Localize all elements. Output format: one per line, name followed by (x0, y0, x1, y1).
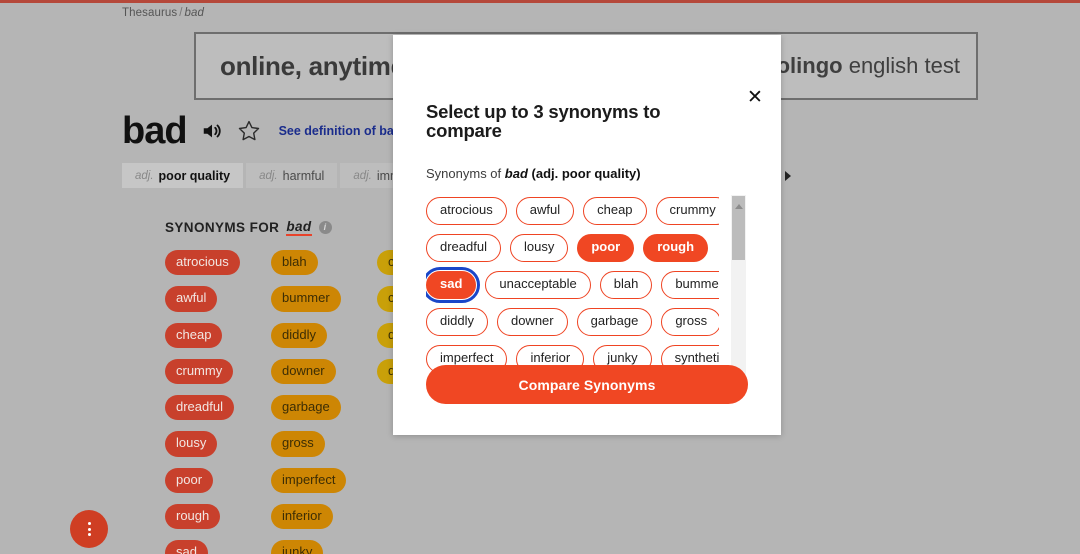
synonym-chip[interactable]: sad (165, 540, 208, 554)
tab-label-1: harmful (282, 168, 325, 183)
tab-poor-quality[interactable]: adj. poor quality (122, 163, 244, 188)
synonym-chip[interactable]: junky (271, 540, 324, 554)
modal-synonym-chip[interactable]: bummer (661, 270, 719, 299)
speaker-icon[interactable] (201, 120, 223, 142)
synonym-chip[interactable]: gross (271, 431, 325, 457)
modal-synonym-chip[interactable]: diddly (426, 307, 488, 336)
breadcrumb-separator: / (179, 7, 183, 19)
synonym-chip[interactable]: cheap (165, 322, 223, 348)
synonym-chip[interactable]: awful (165, 286, 218, 312)
synonym-chip[interactable]: dreadful (165, 395, 234, 421)
modal-subtitle: Synonyms of bad (adj. poor quality) (426, 166, 641, 181)
tab-pos-1: adj. (259, 169, 278, 182)
synonyms-heading: SYNONYMS FOR bad i (165, 219, 332, 236)
triangle-up-icon[interactable] (731, 199, 746, 213)
synonym-chip[interactable]: lousy (165, 431, 218, 457)
close-icon[interactable]: ✕ (745, 87, 765, 107)
synonym-chip[interactable]: inferior (271, 504, 333, 530)
modal-subtitle-sense: (adj. poor quality) (531, 166, 641, 181)
page-title: bad (122, 110, 188, 152)
star-outline-icon[interactable] (237, 119, 261, 143)
breadcrumb: Thesaurus / bad (122, 7, 204, 19)
synonym-chip[interactable]: atrocious (165, 250, 240, 276)
chip-row: sad unacceptable blah bummer (426, 266, 719, 303)
modal-scrollbar[interactable] (731, 195, 746, 391)
modal-synonym-chip[interactable]: awful (515, 197, 575, 225)
tab-harmful[interactable]: adj. harmful (246, 163, 338, 188)
modal-title: Select up to 3 synonyms to compare (426, 101, 661, 141)
tab-label-0: poor quality (158, 168, 231, 183)
synonym-chip[interactable]: blah (271, 250, 318, 276)
synonym-chip[interactable]: diddly (271, 322, 327, 348)
modal-synonym-chip[interactable]: garbage (576, 307, 653, 336)
fab-dot-3 (87, 533, 91, 536)
synonym-chip-list: atrocious awful cheap crummy dreadful lousy po… (426, 197, 719, 389)
fab-dot-2 (87, 527, 91, 531)
modal-synonym-chip[interactable]: poor (577, 233, 635, 262)
breadcrumb-current: bad (184, 7, 205, 19)
modal-synonym-chip[interactable]: crummy (655, 197, 719, 225)
chevron-right-icon[interactable] (779, 163, 797, 188)
modal-synonym-chip[interactable]: lousy (509, 233, 569, 262)
ad-tagline: english test (848, 53, 960, 78)
synonym-chip[interactable]: imperfect (271, 467, 347, 494)
synonym-chip[interactable]: downer (271, 358, 336, 385)
compare-synonyms-modal: ✕ Select up to 3 synonyms to compare Syn… (393, 35, 781, 435)
modal-synonym-chip[interactable]: rough (643, 233, 709, 262)
modal-synonym-chip[interactable]: unacceptable (485, 270, 591, 299)
synonym-chip[interactable]: crummy (165, 358, 234, 385)
synonym-chip[interactable]: garbage (271, 395, 341, 421)
top-accent-rule (0, 0, 1080, 3)
tab-pos-2: adj. (353, 169, 372, 182)
modal-synonym-chip[interactable]: sad (426, 266, 481, 303)
modal-synonym-chip[interactable]: dreadful (426, 233, 501, 262)
modal-synonym-chip[interactable]: atrocious (426, 197, 507, 225)
fab-dot-1 (87, 522, 91, 525)
synonym-column-0: atrocious awful cheap crummy dreadful lousy po… (165, 250, 271, 554)
synonym-column-1: blah bummer diddly downer garbage gross imperf… (271, 250, 377, 554)
word-header: bad See definition of bad o (122, 112, 413, 150)
modal-synonym-chip[interactable]: cheap (583, 197, 647, 225)
synonym-chip[interactable]: poor (165, 467, 214, 494)
synonym-chip[interactable]: bummer (271, 286, 341, 312)
info-icon[interactable]: i (318, 221, 332, 234)
chip-row: diddly downer garbage gross (426, 307, 719, 336)
breadcrumb-root-link[interactable]: Thesaurus (122, 7, 177, 19)
modal-synonym-chip[interactable]: blah (599, 270, 653, 299)
pos-tab-list: adj. poor quality adj. harmful adj. immo… (122, 163, 437, 188)
compare-synonyms-button[interactable]: Compare Synonyms (426, 365, 748, 404)
ad-headline: online, anytime (220, 50, 405, 81)
ad-brand-lockup: duolingo english test (750, 53, 960, 79)
modal-subtitle-word: bad (504, 166, 528, 181)
modal-subtitle-prefix: Synonyms of (426, 166, 502, 181)
modal-synonym-chip[interactable]: downer (496, 307, 568, 336)
synonyms-heading-prefix: SYNONYMS FOR (165, 220, 280, 235)
tab-pos-0: adj. (135, 169, 154, 182)
more-vertical-icon[interactable] (70, 510, 108, 548)
modal-synonym-chip[interactable]: gross (661, 307, 719, 336)
synonym-chip[interactable]: rough (165, 504, 221, 530)
synonyms-heading-word: bad (286, 219, 312, 236)
chip-row: dreadful lousy poor rough (426, 233, 719, 262)
page-root: Thesaurus / bad online, anytime duolingo e… (0, 0, 1080, 554)
chip-row: atrocious awful cheap crummy (426, 197, 719, 225)
